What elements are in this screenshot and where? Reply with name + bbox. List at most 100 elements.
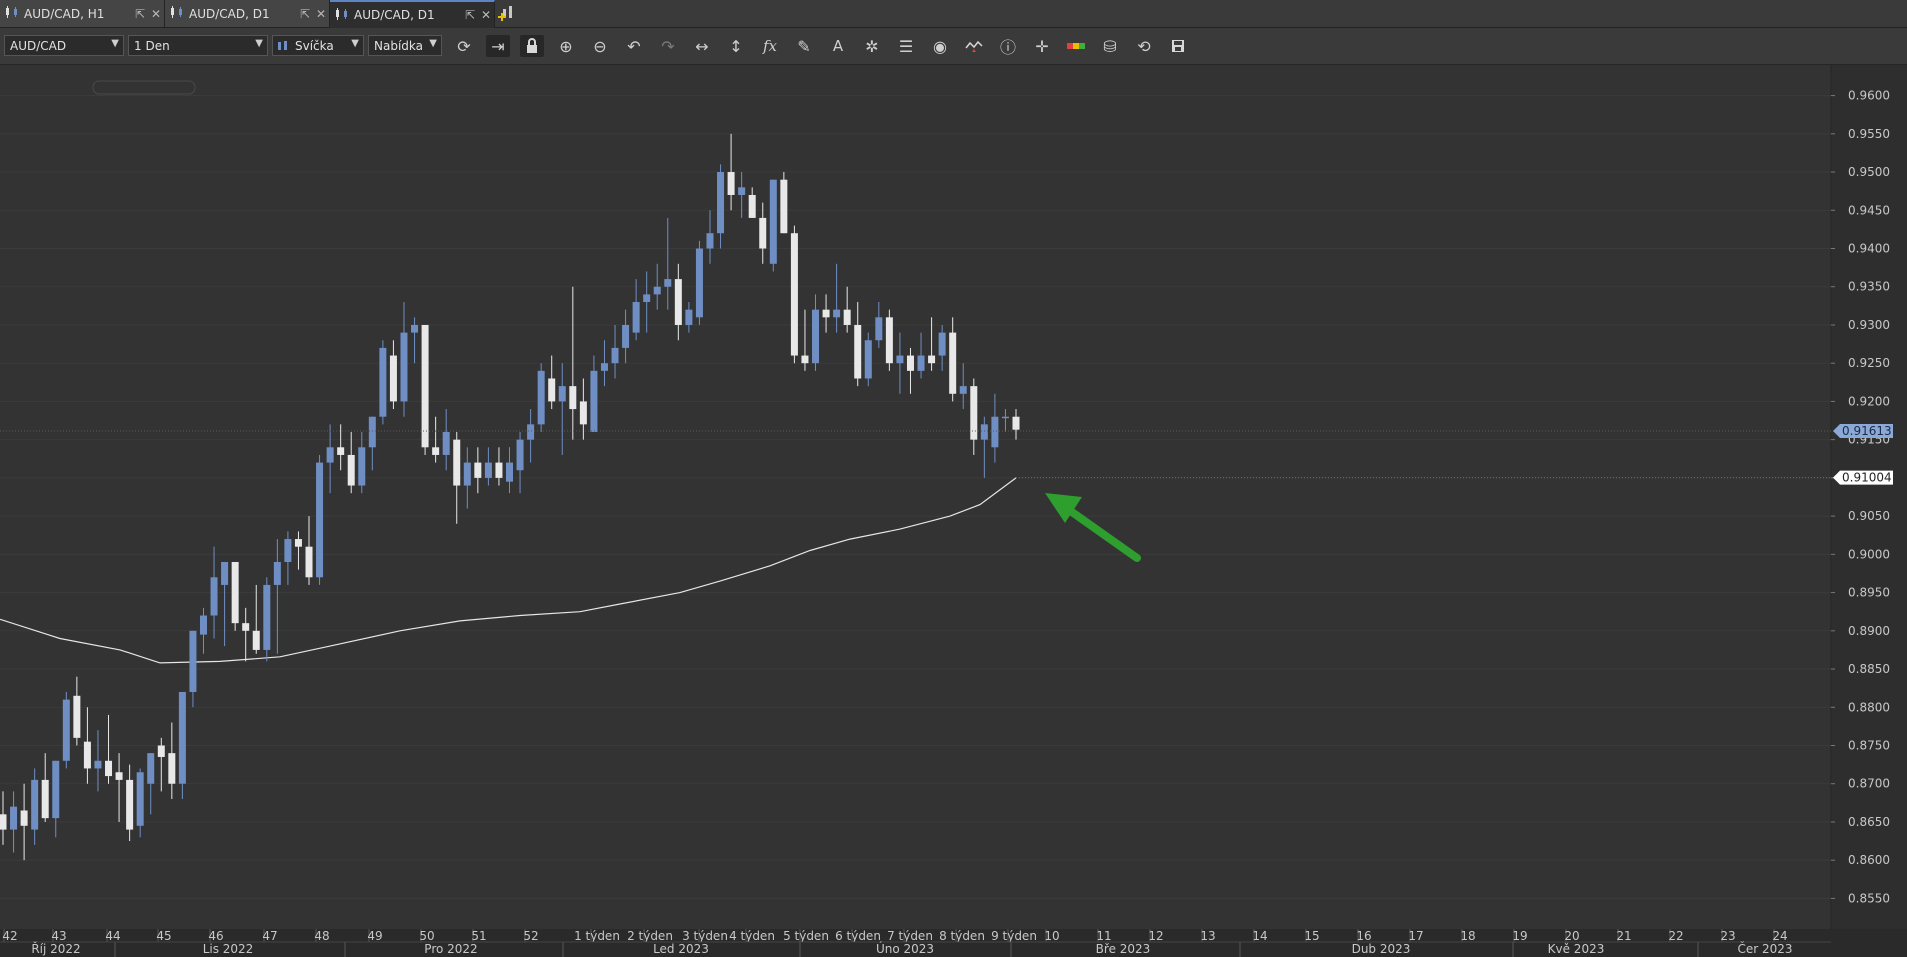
candle-body — [305, 546, 313, 578]
color-bar-icon[interactable] — [1064, 35, 1088, 57]
month-label: Pro 2022 — [424, 942, 477, 956]
candle-body — [769, 179, 777, 264]
candle-body — [695, 248, 703, 318]
month-label: Bře 2023 — [1096, 942, 1151, 956]
chart-type-select[interactable]: Svíčka ▼ — [272, 35, 364, 56]
candle-body — [875, 317, 883, 341]
tab-audcad-h1[interactable]: AUD/CAD, H1 ⇱ ✕ — [0, 0, 165, 27]
close-icon[interactable]: ✕ — [148, 7, 164, 21]
week-label: 15 — [1304, 929, 1319, 943]
candle-body — [959, 386, 967, 394]
candle-body — [62, 699, 70, 761]
candle-body — [52, 760, 60, 819]
week-label: 13 — [1200, 929, 1215, 943]
fx-indicator-icon[interactable]: fx — [758, 35, 782, 57]
candle-body — [20, 810, 28, 826]
candle-body — [0, 814, 7, 830]
candle-body — [115, 772, 123, 780]
candle-body — [136, 772, 144, 826]
detach-icon[interactable]: ⇱ — [462, 8, 478, 22]
candle-body — [400, 332, 408, 402]
tab-audcad-d1-active[interactable]: AUD/CAD, D1 ⇱ ✕ — [330, 0, 495, 28]
text-icon[interactable]: A — [826, 35, 850, 57]
candle-body — [368, 416, 376, 448]
candle-body — [980, 424, 988, 440]
candle-body — [126, 779, 134, 830]
candle-body — [590, 370, 598, 433]
month-label: Čer 2023 — [1737, 941, 1792, 956]
horizontal-scale-icon[interactable]: ↔ — [690, 35, 714, 57]
candle-body — [147, 753, 155, 784]
timeframe-select[interactable]: 1 Den ▼ — [128, 35, 268, 56]
tab-label: AUD/CAD, D1 — [354, 8, 435, 22]
lock-icon[interactable] — [520, 35, 544, 57]
candlestick-icon — [0, 4, 24, 23]
candle-body — [727, 172, 735, 195]
objects-icon[interactable]: ✲ — [860, 35, 884, 57]
refresh-icon[interactable]: ⟳ — [452, 35, 476, 57]
crosshair-icon[interactable]: ✛ — [1030, 35, 1054, 57]
paint-bucket-icon[interactable]: ⛁ — [1098, 35, 1122, 57]
tab-audcad-d1[interactable]: AUD/CAD, D1 ⇱ ✕ — [165, 0, 330, 27]
zoom-in-icon[interactable]: ⊕ — [554, 35, 578, 57]
zoom-out-icon[interactable]: ⊖ — [588, 35, 612, 57]
price-tick-label: 0.8950 — [1848, 586, 1890, 600]
chart-settings-icon[interactable] — [962, 35, 986, 57]
week-label: 12 — [1148, 929, 1163, 943]
close-icon[interactable]: ✕ — [313, 7, 329, 21]
week-label: 42 — [2, 929, 17, 943]
week-label: 5 týden — [783, 929, 829, 943]
month-label: Kvě 2023 — [1548, 942, 1605, 956]
week-label: 7 týden — [887, 929, 933, 943]
redo-icon[interactable]: ↷ — [656, 35, 680, 57]
sync-icon[interactable]: ⟲ — [1132, 35, 1156, 57]
candle-body — [1012, 416, 1020, 430]
candle-body — [284, 539, 292, 562]
candle-body — [1001, 416, 1009, 419]
week-label: 1 týden — [574, 929, 620, 943]
save-icon[interactable] — [1166, 35, 1190, 57]
chevron-down-icon: ▼ — [111, 38, 119, 49]
candle-body — [917, 355, 925, 371]
candle — [62, 691, 70, 769]
chevron-down-icon: ▼ — [351, 38, 359, 49]
candle-body — [885, 317, 893, 364]
candle — [537, 363, 545, 433]
candle — [864, 332, 872, 387]
close-icon[interactable]: ✕ — [478, 8, 494, 22]
week-label: 18 — [1460, 929, 1475, 943]
layers-icon[interactable]: ☰ — [894, 35, 918, 57]
candle-body — [790, 233, 798, 356]
price-tick-label: 0.8850 — [1848, 662, 1890, 676]
week-label: 3 týden — [682, 929, 728, 943]
price-tick-label: 0.9600 — [1848, 89, 1890, 103]
vertical-scale-icon[interactable]: ↕ — [724, 35, 748, 57]
candle-body — [643, 294, 651, 303]
candlestick-chart[interactable]: 0.9600 0.9550 0.9500 0.9450 0.9400 0.9350 0.93… — [0, 65, 1907, 957]
week-label: 10 — [1044, 929, 1059, 943]
autoscroll-icon[interactable]: ⇥ — [486, 35, 510, 57]
pencil-icon[interactable]: ✎ — [792, 35, 816, 57]
week-label: 52 — [523, 929, 538, 943]
candle-body — [949, 332, 957, 394]
candle-body — [210, 577, 218, 616]
undo-icon[interactable]: ↶ — [622, 35, 646, 57]
detach-icon[interactable]: ⇱ — [297, 7, 313, 21]
info-icon[interactable]: ⓘ — [996, 35, 1020, 57]
symbol-select[interactable]: AUD/CAD ▼ — [4, 35, 124, 56]
candle-body — [706, 233, 714, 249]
candle-body — [94, 760, 102, 769]
detach-icon[interactable]: ⇱ — [132, 7, 148, 21]
new-chart-tab-icon[interactable] — [498, 3, 520, 23]
price-tick-label: 0.8600 — [1848, 853, 1890, 867]
candle-body — [199, 615, 207, 635]
candle-body — [928, 355, 936, 364]
eye-icon[interactable]: ◉ — [928, 35, 952, 57]
week-label: 47 — [262, 929, 277, 943]
candle-body — [506, 462, 513, 482]
week-label: 11 — [1096, 929, 1111, 943]
price-type-select[interactable]: Nabídka ▼ — [368, 35, 442, 56]
ma-value-label: 0.91004 — [1842, 471, 1892, 485]
chart-area[interactable]: 0.9600 0.9550 0.9500 0.9450 0.9400 0.9350 0.93… — [0, 65, 1907, 957]
candle-body — [685, 309, 693, 325]
